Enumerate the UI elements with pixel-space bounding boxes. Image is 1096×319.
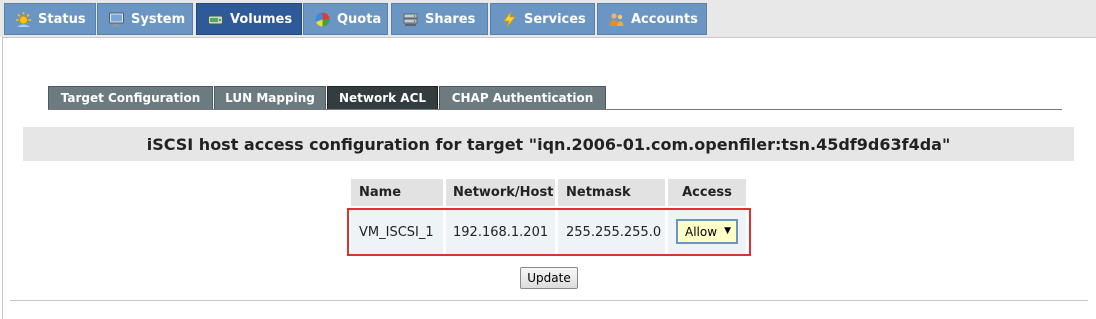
users-icon xyxy=(608,11,625,28)
page-title: iSCSI host access configuration for targ… xyxy=(23,127,1074,161)
nav-tab-label: Volumes xyxy=(230,11,293,27)
nav-tab-label: System xyxy=(131,11,186,27)
top-navigation: Status System Volumes Quota Shares Servi… xyxy=(0,0,1096,37)
column-header-access: Access xyxy=(668,179,746,206)
nav-tab-shares[interactable]: Shares xyxy=(391,3,488,35)
subtab-label: Target Configuration xyxy=(60,91,201,105)
computer-icon xyxy=(108,11,125,28)
nav-tab-label: Quota xyxy=(337,11,382,27)
column-header-name: Name xyxy=(351,179,443,206)
column-header-network: Network/Host xyxy=(446,179,555,206)
nav-tab-volumes[interactable]: Volumes xyxy=(196,3,302,35)
subtab-divider xyxy=(48,109,1062,110)
sun-icon xyxy=(15,11,32,28)
nav-tab-status[interactable]: Status xyxy=(4,3,96,35)
nav-tab-label: Shares xyxy=(425,11,476,27)
nav-tab-accounts[interactable]: Accounts xyxy=(597,3,707,35)
subtab-target-configuration[interactable]: Target Configuration xyxy=(48,86,213,110)
pie-chart-icon xyxy=(314,11,331,28)
highlight-box xyxy=(347,208,751,256)
server-icon xyxy=(402,11,419,28)
subtab-label: Network ACL xyxy=(338,91,427,105)
nav-tab-quota[interactable]: Quota xyxy=(303,3,388,35)
subtab-label: CHAP Authentication xyxy=(451,91,594,105)
subtab-lun-mapping[interactable]: LUN Mapping xyxy=(214,86,326,110)
subtab-label: LUN Mapping xyxy=(225,91,315,105)
nav-tab-services[interactable]: Services xyxy=(490,3,595,35)
nav-tab-system[interactable]: System xyxy=(97,3,193,35)
subtab-network-acl[interactable]: Network ACL xyxy=(327,86,438,110)
nav-tab-label: Services xyxy=(524,11,586,27)
nav-tab-label: Status xyxy=(38,11,86,27)
divider xyxy=(10,300,1088,301)
subtab-chap-authentication[interactable]: CHAP Authentication xyxy=(439,86,606,110)
nav-tab-label: Accounts xyxy=(631,11,698,27)
column-header-netmask: Netmask xyxy=(558,179,665,206)
lightning-icon xyxy=(501,11,518,28)
drive-icon xyxy=(207,11,224,28)
update-button[interactable]: Update xyxy=(520,267,578,289)
